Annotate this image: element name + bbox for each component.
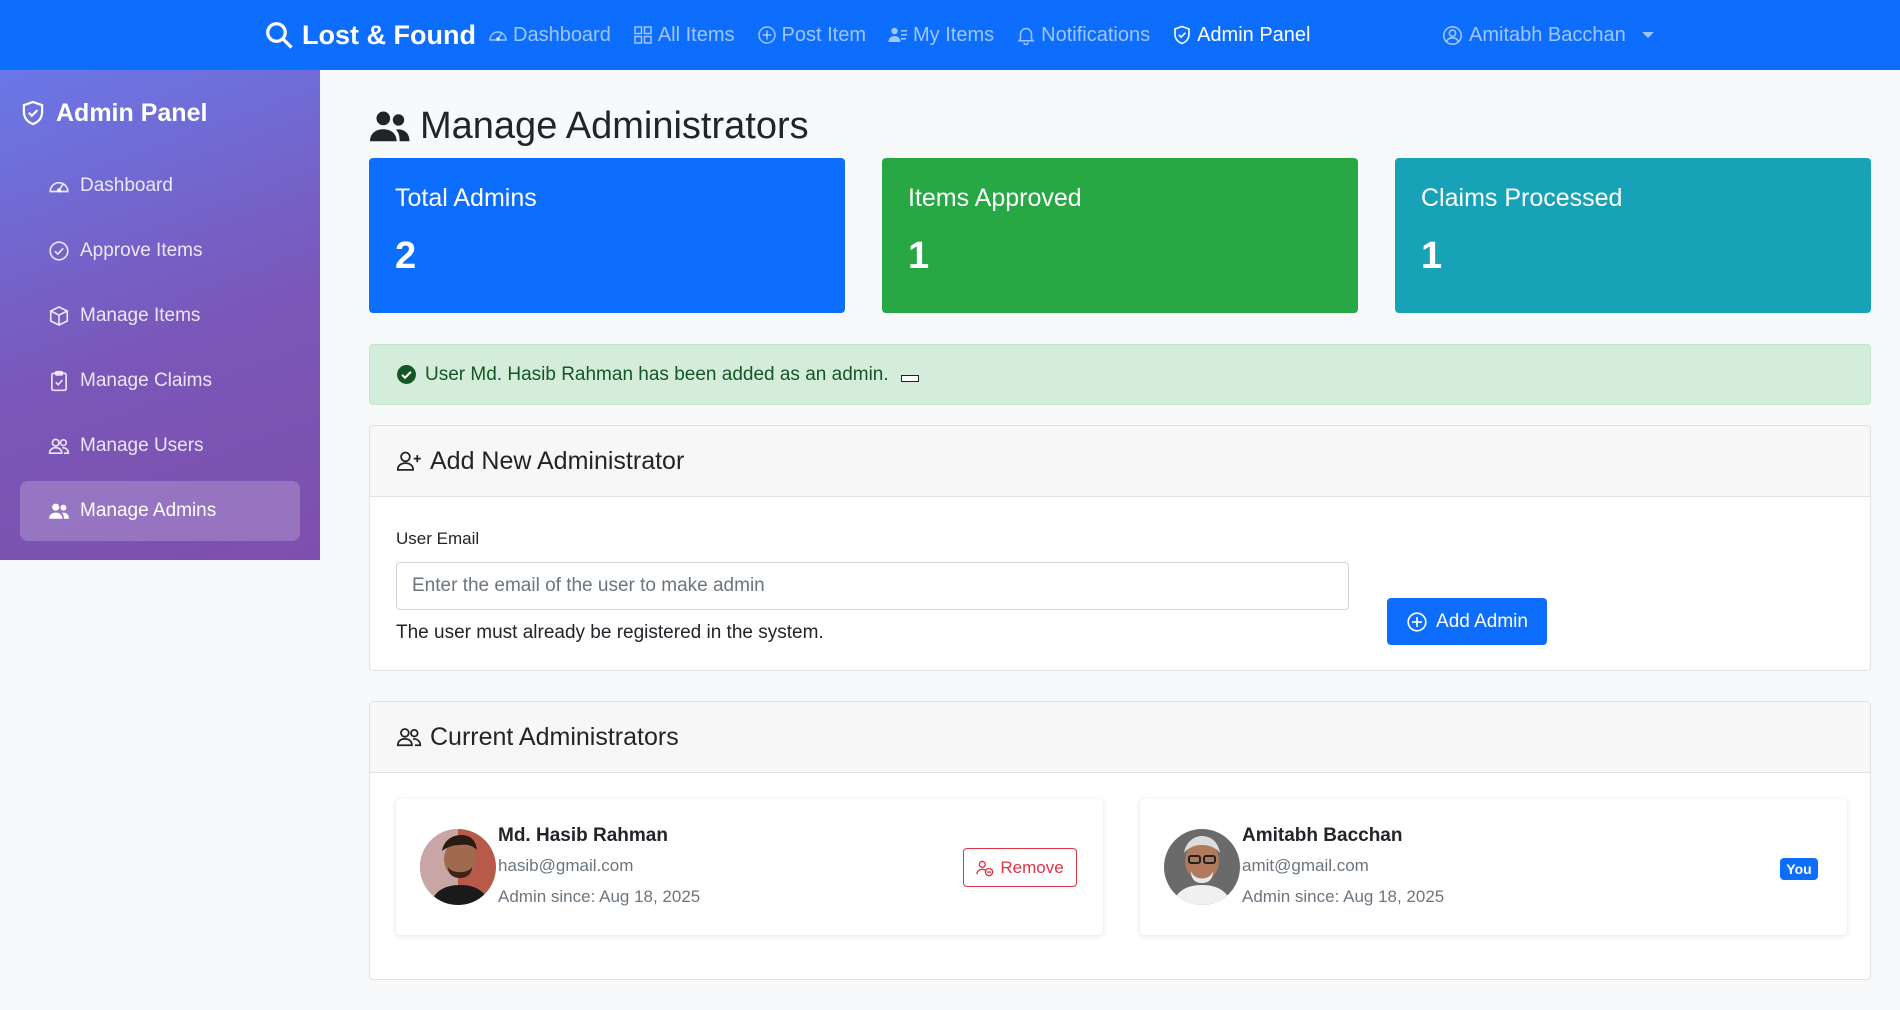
nav-link-label: Admin Panel	[1197, 23, 1311, 46]
nav-links: Dashboard All Items Post Item My Items N…	[488, 0, 1310, 70]
shield-check-icon	[1174, 25, 1190, 45]
stat-value: 1	[908, 235, 930, 277]
card-title: Add New Administrator	[430, 446, 685, 475]
bell-icon	[1017, 27, 1035, 45]
person-circle-icon	[1442, 25, 1463, 45]
person-dash-icon	[976, 860, 994, 876]
admin-sidebar: Admin Panel Dashboard Approve Items Mana…	[0, 70, 320, 560]
sidebar-item-manage-claims[interactable]: Manage Claims	[20, 351, 300, 411]
sidebar-item-dashboard[interactable]: Dashboard	[20, 156, 300, 216]
nav-link-label: Notifications	[1041, 23, 1151, 46]
sidebar-title-text: Admin Panel	[56, 98, 208, 127]
email-field[interactable]	[396, 562, 1349, 610]
stat-value: 2	[395, 235, 417, 277]
clipboard-check-icon	[51, 370, 67, 392]
box-icon	[49, 306, 69, 326]
add-admin-button[interactable]: Add Admin	[1387, 598, 1547, 645]
sidebar-item-label: Manage Claims	[80, 370, 212, 391]
email-field-label: User Email	[396, 529, 480, 548]
stat-label: Claims Processed	[1421, 184, 1623, 212]
nav-link-post-item[interactable]: Post Item	[757, 24, 866, 47]
sidebar-menu: Dashboard Approve Items Manage Items Man…	[20, 156, 300, 546]
sidebar-item-manage-items[interactable]: Manage Items	[20, 286, 300, 346]
nav-link-label: My Items	[913, 23, 995, 46]
remove-admin-button[interactable]: Remove	[963, 848, 1077, 887]
page-title-text: Manage Administrators	[420, 104, 809, 147]
sidebar-item-label: Dashboard	[80, 175, 173, 196]
speedometer-icon	[49, 181, 69, 193]
chevron-down-icon	[1641, 32, 1654, 38]
nav-link-label: All Items	[657, 23, 735, 46]
grid-icon	[634, 26, 652, 44]
admin-since: Admin since: Aug 18, 2025	[498, 887, 701, 906]
top-navbar: Lost & Found Dashboard All Items Post It…	[0, 0, 1900, 70]
admin-name: Md. Hasib Rahman	[498, 825, 668, 846]
people-icon	[48, 438, 70, 454]
email-help-text: The user must already be registered in t…	[396, 622, 824, 643]
add-admin-label: Add Admin	[1436, 610, 1528, 632]
nav-link-label: Dashboard	[513, 23, 611, 46]
avatar	[420, 829, 496, 905]
nav-link-my-items[interactable]: My Items	[888, 24, 994, 47]
plus-circle-icon	[757, 26, 776, 44]
admin-name: Amitabh Bacchan	[1242, 825, 1403, 846]
admin-card: Md. Hasib Rahman hasib@gmail.com Admin s…	[396, 799, 1103, 935]
avatar-photo	[1164, 829, 1240, 905]
stat-label: Items Approved	[908, 184, 1082, 212]
plus-circle-icon	[1407, 611, 1427, 632]
check-circle-icon	[49, 241, 69, 261]
you-badge: You	[1780, 858, 1818, 880]
sidebar-item-approve-items[interactable]: Approve Items	[20, 221, 300, 281]
card-header: Add New Administrator	[370, 426, 1870, 497]
stat-value: 1	[1421, 235, 1443, 277]
sidebar-title: Admin Panel	[20, 90, 207, 136]
sidebar-item-manage-admins[interactable]: Manage Admins	[20, 481, 300, 541]
user-dropdown[interactable]: Amitabh Bacchan	[1442, 0, 1654, 70]
people-fill-icon	[370, 111, 410, 142]
admin-card: Amitabh Bacchan amit@gmail.com Admin sin…	[1140, 799, 1847, 935]
check-circle-fill-icon	[397, 365, 416, 384]
sidebar-item-label: Manage Users	[80, 435, 204, 456]
sidebar-item-label: Approve Items	[80, 240, 203, 261]
admin-email: amit@gmail.com	[1242, 856, 1369, 875]
nav-link-dashboard[interactable]: Dashboard	[488, 24, 611, 47]
brand-link[interactable]: Lost & Found	[264, 0, 476, 70]
people-fill-icon	[49, 503, 69, 519]
sidebar-item-label: Manage Items	[80, 305, 201, 326]
admin-since: Admin since: Aug 18, 2025	[1242, 887, 1445, 906]
person-plus-icon	[396, 451, 421, 471]
sidebar-item-manage-users[interactable]: Manage Users	[20, 416, 300, 476]
nav-link-admin-panel[interactable]: Admin Panel	[1172, 24, 1310, 47]
people-icon	[396, 728, 422, 747]
alert-close-button[interactable]	[900, 375, 919, 382]
sidebar-item-label: Manage Admins	[80, 500, 217, 521]
stat-label: Total Admins	[395, 184, 537, 212]
stat-card-items-approved: Items Approved 1	[882, 158, 1358, 313]
card-title: Current Administrators	[430, 722, 679, 751]
add-admin-card: Add New Administrator User Email The use…	[369, 425, 1871, 671]
nav-link-notifications[interactable]: Notifications	[1016, 24, 1150, 47]
nav-link-label: Post Item	[781, 23, 867, 46]
user-name: Amitabh Bacchan	[1469, 23, 1626, 46]
stat-card-claims-processed: Claims Processed 1	[1395, 158, 1871, 313]
card-header: Current Administrators	[370, 702, 1870, 773]
person-lines-icon	[888, 27, 908, 42]
page-title: Manage Administrators	[368, 100, 809, 152]
admin-email: hasib@gmail.com	[498, 856, 634, 875]
current-admins-card: Current Administrators Md. Hasib Rahman …	[369, 701, 1871, 980]
avatar-photo	[420, 829, 496, 905]
shield-check-icon	[22, 100, 44, 126]
stat-card-total-admins: Total Admins 2	[369, 158, 845, 313]
search-icon	[266, 22, 293, 49]
remove-label: Remove	[1000, 857, 1064, 877]
brand-name: Lost & Found	[302, 19, 476, 50]
speedometer-icon	[489, 31, 507, 41]
alert-message: User Md. Hasib Rahman has been added as …	[425, 363, 889, 385]
success-alert: User Md. Hasib Rahman has been added as …	[369, 344, 1871, 405]
nav-link-all-items[interactable]: All Items	[633, 24, 735, 47]
avatar	[1164, 829, 1240, 905]
